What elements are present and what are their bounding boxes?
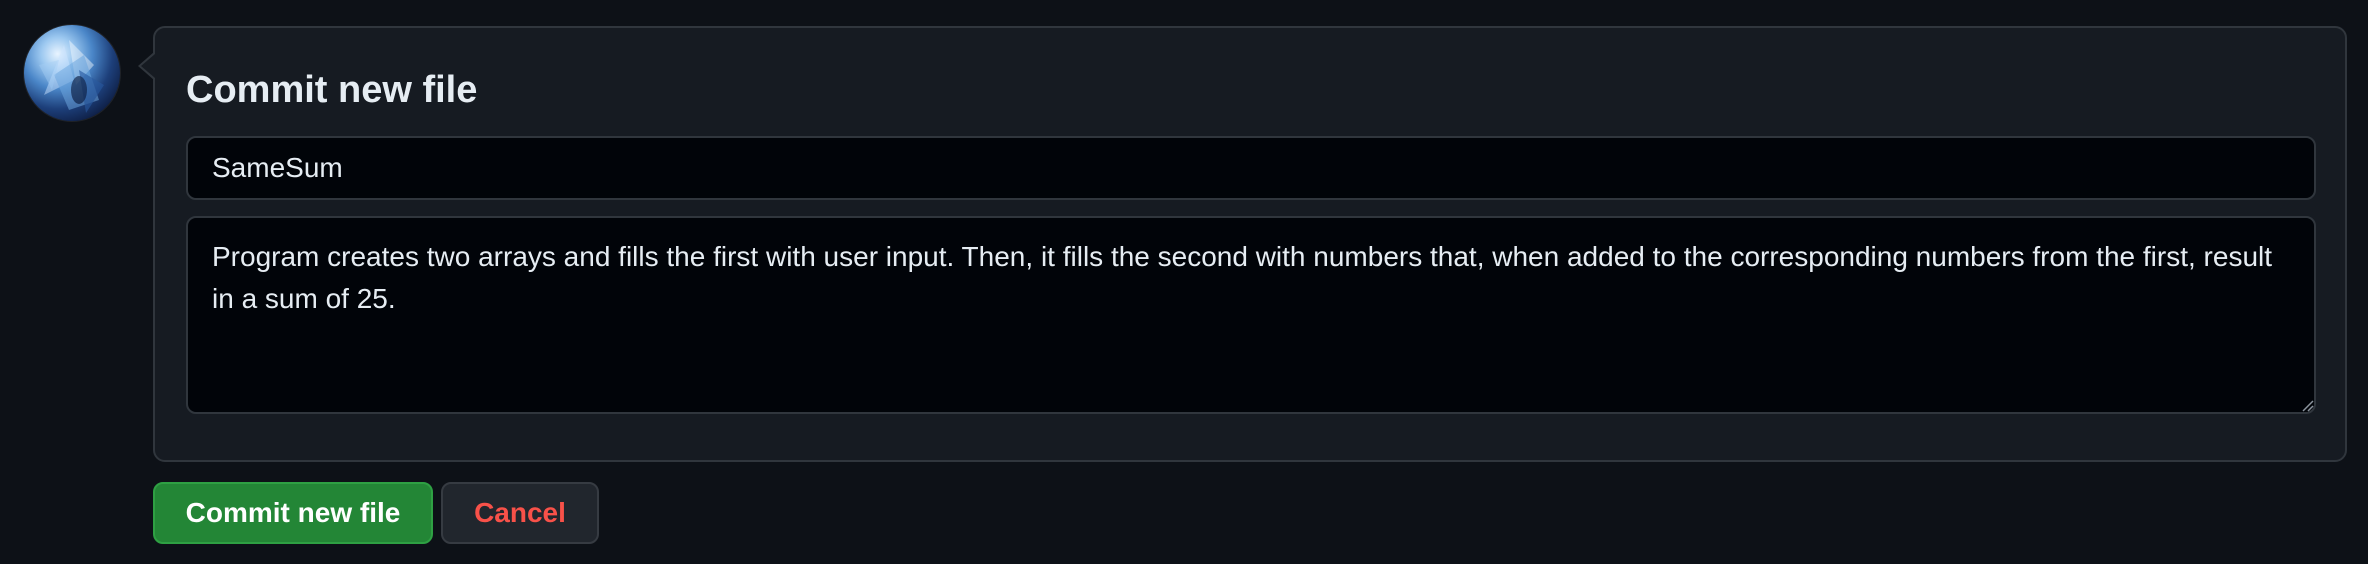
commit-summary-input[interactable] (186, 136, 2316, 200)
commit-description-textarea[interactable]: Program creates two arrays and fills the… (186, 216, 2316, 414)
commit-title: Commit new file (186, 69, 478, 111)
panel-caret-inner (141, 54, 155, 78)
commit-new-file-button[interactable]: Commit new file (153, 482, 433, 544)
cancel-button[interactable]: Cancel (441, 482, 599, 544)
resize-grip-icon[interactable] (2300, 398, 2314, 412)
commit-page: Commit new file Program creates two arra… (0, 0, 2368, 564)
avatar-image (39, 40, 104, 113)
avatar[interactable] (24, 25, 120, 121)
